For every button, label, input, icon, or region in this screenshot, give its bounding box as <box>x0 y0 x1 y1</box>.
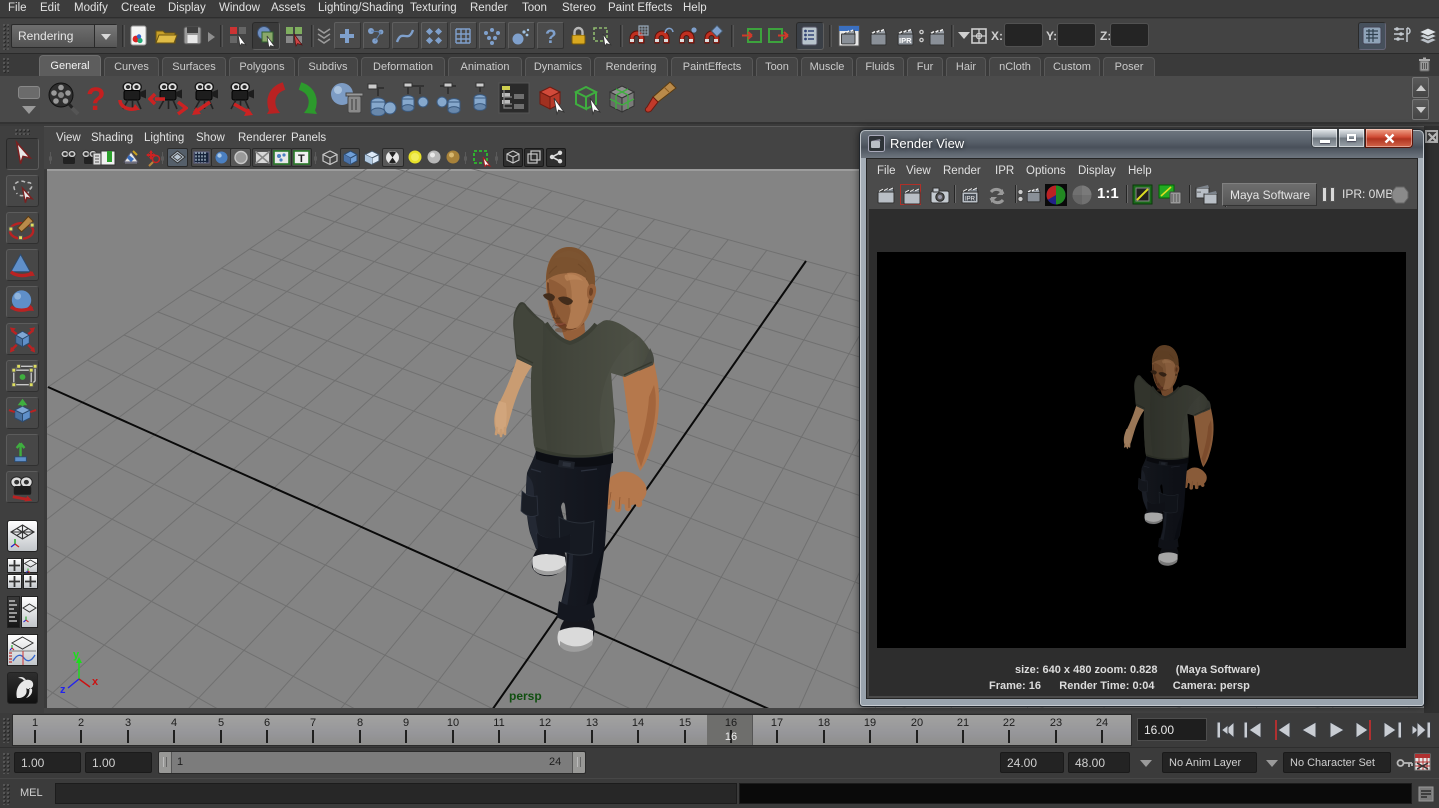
svg-text:y: y <box>73 649 80 661</box>
svg-text:x: x <box>92 676 99 688</box>
svg-text:IPR: IPR <box>899 36 912 45</box>
svg-text:?: ? <box>86 81 106 117</box>
svg-text:IPR: IPR <box>965 196 976 202</box>
svg-text:"": "" <box>1197 192 1201 198</box>
svg-text:T: T <box>298 153 305 165</box>
svg-text:z: z <box>60 684 66 696</box>
svg-text:?: ? <box>545 27 557 47</box>
